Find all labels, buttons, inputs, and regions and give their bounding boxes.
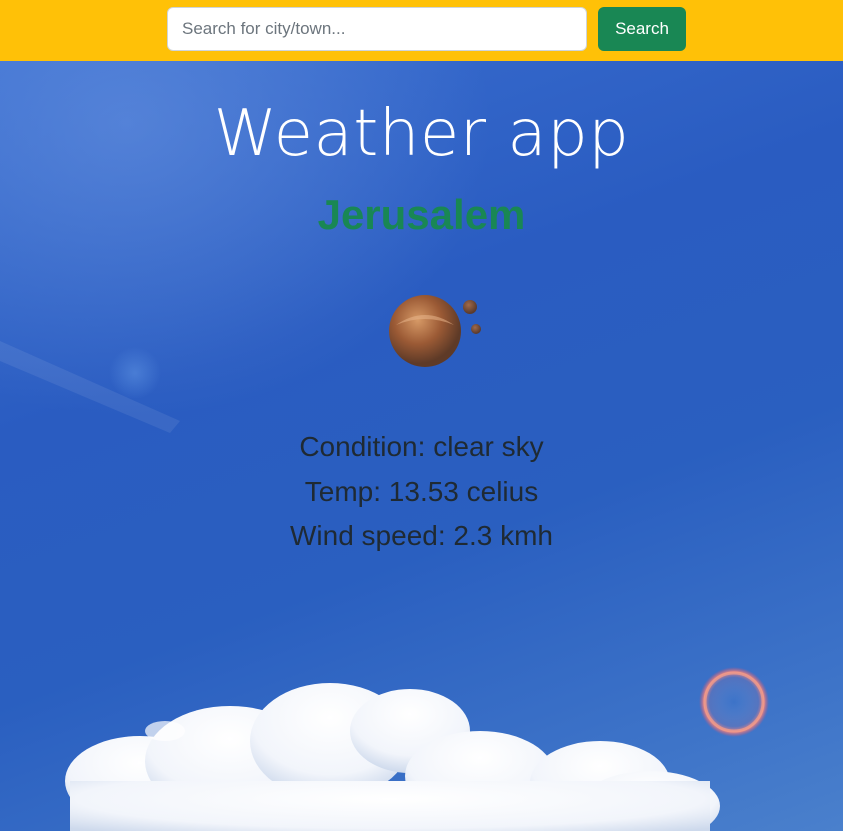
search-button[interactable]: Search xyxy=(598,7,686,51)
city-name: Jerusalem xyxy=(317,191,526,238)
sky-background: Weather app Jerusalem Condition: clear s… xyxy=(0,61,843,831)
clear-sky-icon xyxy=(389,295,481,367)
wind-speed-text: Wind speed: 2.3 kmh xyxy=(289,520,554,551)
top-search-bar: Search xyxy=(0,0,843,61)
app-title: Weather app xyxy=(213,97,630,171)
temperature-text: Temp: 13.53 celius xyxy=(304,476,539,507)
condition-text: Condition: clear sky xyxy=(299,431,544,462)
city-search-input[interactable] xyxy=(167,7,587,51)
